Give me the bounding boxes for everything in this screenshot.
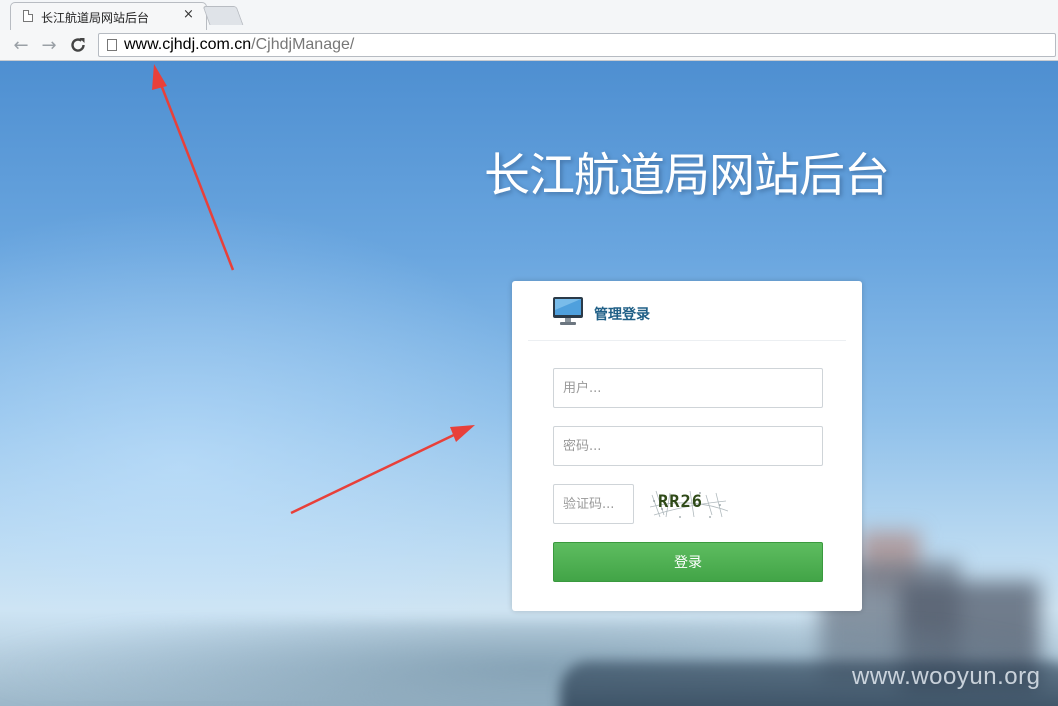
new-tab-button[interactable] — [202, 6, 244, 25]
login-heading: 管理登录 — [594, 307, 650, 323]
divider — [528, 340, 846, 341]
forward-arrow-icon[interactable]: → — [38, 34, 60, 56]
page-icon — [107, 39, 117, 51]
url-path: /CjhdjManage/ — [251, 36, 355, 53]
url-text[interactable]: www.cjhdj.com.cn/CjhdjManage/ — [124, 36, 354, 54]
captcha-input[interactable] — [553, 484, 634, 524]
login-button[interactable]: 登录 — [553, 542, 823, 582]
tab-title: 长江航道局网站后台 — [41, 11, 150, 25]
url-host: www.cjhdj.com.cn — [124, 36, 252, 53]
watermark: www.wooyun.org — [852, 663, 1041, 690]
browser-toolbar: ← → www.cjhdj.com.cn/CjhdjManage/ — [0, 30, 1058, 61]
password-input[interactable] — [553, 426, 823, 466]
page-icon — [23, 10, 33, 22]
address-bar[interactable]: www.cjhdj.com.cn/CjhdjManage/ — [98, 33, 1056, 57]
reload-icon[interactable] — [67, 34, 89, 56]
browser-tab[interactable]: 长江航道局网站后台 × — [10, 2, 207, 31]
monitor-icon — [553, 297, 583, 325]
browser-tab-bar: 长江航道局网站后台 × — [0, 0, 1058, 31]
username-input[interactable] — [553, 368, 823, 408]
page-viewport: 长江航道局网站后台 管理登录 用户... 验证码... RR26 登录 — [0, 61, 1058, 706]
tab-close-icon[interactable]: × — [183, 8, 194, 22]
back-arrow-icon[interactable]: ← — [10, 34, 32, 56]
site-title: 长江航道局网站后台 — [484, 148, 890, 202]
captcha-image[interactable]: RR26 — [650, 487, 728, 521]
captcha-text: RR26 — [658, 492, 703, 512]
login-panel: 管理登录 RR26 登录 — [512, 281, 862, 611]
